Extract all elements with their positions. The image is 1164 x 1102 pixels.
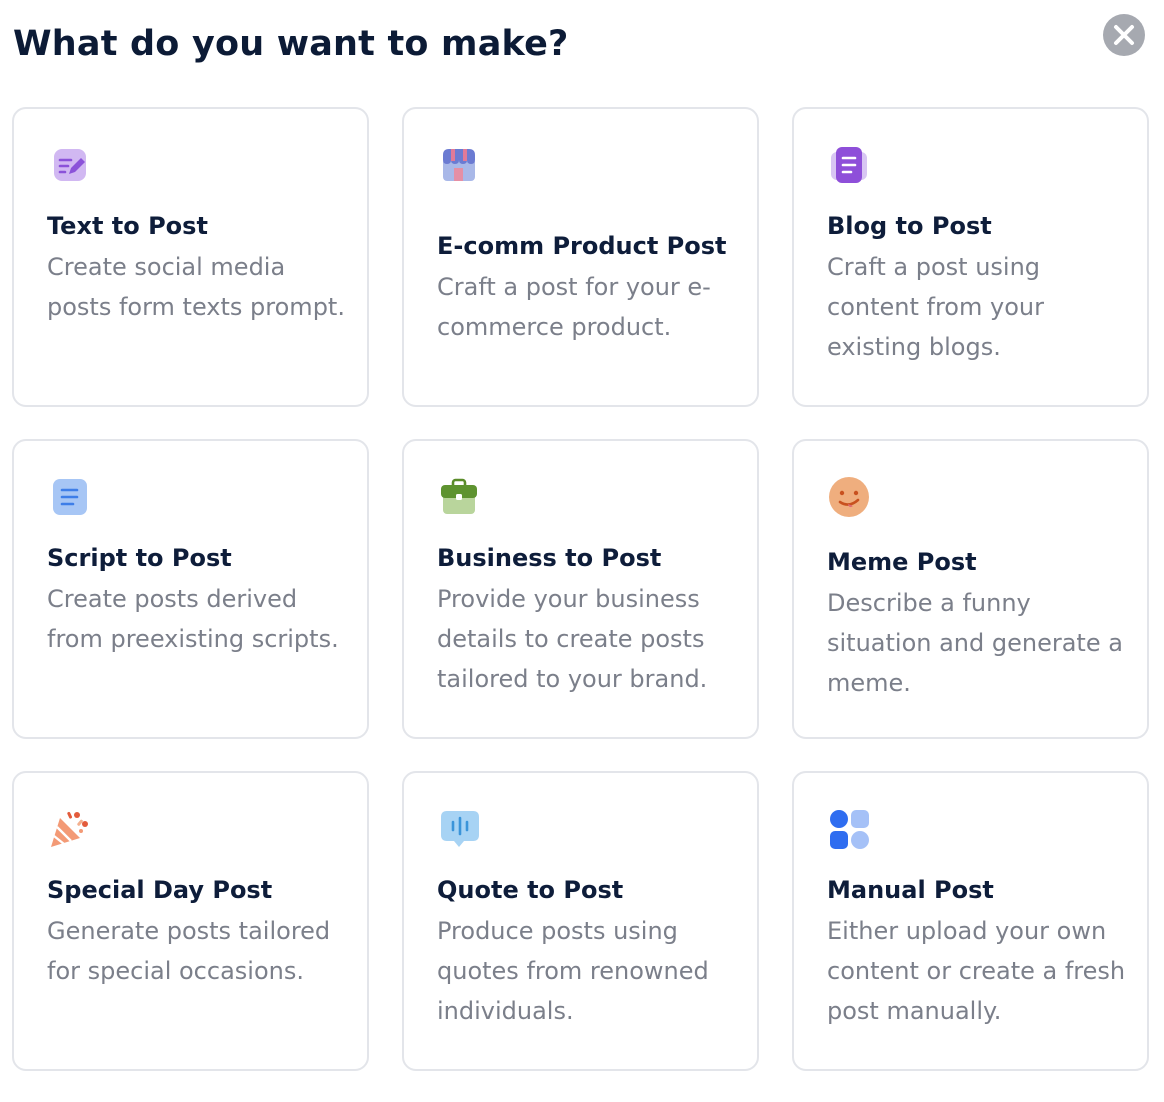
option-title: Business to Post [437,544,662,572]
option-title: E-comm Product Post [437,232,727,260]
option-description: Craft a post for your e-commerce product… [437,273,711,341]
close-button[interactable] [1103,14,1145,56]
option-title: Manual Post [827,876,994,904]
close-icon [1114,25,1134,45]
option-description: Either upload your own content or create… [827,917,1126,1025]
briefcase-icon [437,475,481,519]
option-card-script-to-post[interactable]: Script to Post Create posts derived from… [12,439,369,739]
option-title: Text to Post [47,212,208,240]
option-description: Create posts derived from preexisting sc… [47,585,339,653]
option-title: Quote to Post [437,876,624,904]
option-description: Generate posts tailored for special occa… [47,917,331,985]
option-card-business-to-post[interactable]: Business to Post Provide your business d… [402,439,759,739]
option-card-meme-post[interactable]: Meme Post Describe a funny situation and… [792,439,1149,739]
smiley-face-icon [827,475,871,519]
option-card-manual-post[interactable]: Manual Post Either upload your own conte… [792,771,1149,1071]
post-type-grid: Text to Post Create social media posts f… [12,107,1149,1071]
option-description: Provide your business details to create … [437,585,708,693]
apps-grid-icon [827,807,871,851]
option-description: Produce posts using quotes from renowned… [437,917,709,1025]
option-description: Create social media posts form texts pro… [47,253,345,321]
option-card-ecomm-product-post[interactable]: E-comm Product Post Craft a post for you… [402,107,759,407]
option-description: Craft a post using content from your exi… [827,253,1044,361]
option-title: Script to Post [47,544,232,572]
storefront-icon [437,143,481,187]
option-card-blog-to-post[interactable]: Blog to Post Craft a post using content … [792,107,1149,407]
edit-note-icon [47,143,91,187]
option-card-quote-to-post[interactable]: Quote to Post Produce posts using quotes… [402,771,759,1071]
script-lines-icon [47,475,91,519]
option-title: Special Day Post [47,876,273,904]
quote-bubble-icon [437,807,481,851]
page-title: What do you want to make? [13,24,569,64]
option-card-special-day-post[interactable]: Special Day Post Generate posts tailored… [12,771,369,1071]
option-description: Describe a funny situation and generate … [827,589,1123,697]
party-popper-icon [47,807,91,851]
blog-document-icon [827,143,871,187]
option-card-text-to-post[interactable]: Text to Post Create social media posts f… [12,107,369,407]
option-title: Meme Post [827,548,977,576]
option-title: Blog to Post [827,212,992,240]
